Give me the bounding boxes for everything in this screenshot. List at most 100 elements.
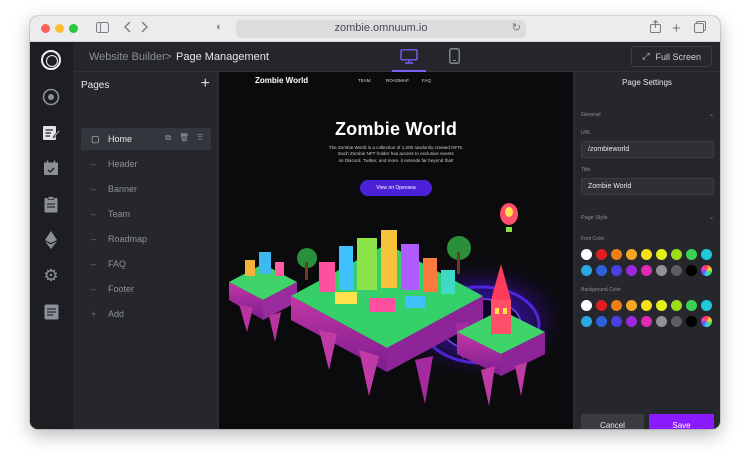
color-swatch[interactable] bbox=[656, 265, 667, 276]
color-swatch[interactable] bbox=[641, 316, 652, 327]
color-swatch[interactable] bbox=[596, 300, 607, 311]
color-swatch[interactable] bbox=[581, 300, 592, 311]
plus-icon[interactable]: + bbox=[672, 20, 681, 38]
page-item-banner[interactable]: – Banner bbox=[81, 178, 211, 200]
page-item-faq[interactable]: – FAQ bbox=[81, 253, 211, 275]
page-icon: ▢ bbox=[91, 134, 100, 144]
breadcrumb-root[interactable]: Website Builder bbox=[89, 51, 166, 63]
custom-color-swatch[interactable] bbox=[701, 316, 712, 327]
website-builder-icon[interactable] bbox=[40, 122, 62, 144]
color-swatch[interactable] bbox=[626, 300, 637, 311]
site-nav-roadmap[interactable]: ROADMAP bbox=[386, 78, 409, 83]
duplicate-icon[interactable]: ⧉ bbox=[165, 133, 171, 143]
page-item-header[interactable]: – Header bbox=[81, 153, 211, 175]
settings-icon[interactable]: ⚙ bbox=[40, 265, 62, 287]
color-swatch[interactable] bbox=[581, 249, 592, 260]
page-item-roadmap[interactable]: – Roadmap bbox=[81, 228, 211, 250]
site-nav-team[interactable]: TEAM bbox=[358, 78, 371, 83]
window-minimize-button[interactable] bbox=[55, 24, 64, 33]
color-swatch[interactable] bbox=[611, 265, 622, 276]
color-swatch[interactable] bbox=[671, 300, 682, 311]
chevron-down-icon: ⌄ bbox=[708, 112, 714, 118]
color-swatch[interactable] bbox=[656, 300, 667, 311]
color-swatch[interactable] bbox=[656, 249, 667, 260]
color-swatch[interactable] bbox=[686, 316, 697, 327]
color-swatch[interactable] bbox=[686, 265, 697, 276]
color-swatch[interactable] bbox=[626, 265, 637, 276]
shield-icon: ◐ bbox=[216, 21, 223, 33]
reload-icon[interactable]: ↻ bbox=[512, 21, 521, 34]
calendar-icon[interactable] bbox=[40, 157, 62, 179]
document-icon[interactable] bbox=[40, 301, 62, 323]
address-bar[interactable]: ◐ zombie.omnuum.io ↻ bbox=[216, 20, 526, 38]
background-color-palette bbox=[581, 300, 712, 311]
dash-icon: – bbox=[91, 259, 97, 269]
window-zoom-button[interactable] bbox=[69, 24, 78, 33]
color-swatch[interactable] bbox=[671, 249, 682, 260]
color-swatch[interactable] bbox=[581, 265, 592, 276]
background-color-palette bbox=[581, 316, 712, 327]
browser-toolbar: ◐ zombie.omnuum.io ↻ + bbox=[30, 16, 720, 42]
ethereum-icon[interactable] bbox=[40, 229, 62, 251]
color-swatch[interactable] bbox=[596, 265, 607, 276]
color-swatch[interactable] bbox=[611, 249, 622, 260]
title-label: Title bbox=[581, 167, 591, 173]
site-nav-faq[interactable]: FAQ bbox=[422, 78, 431, 83]
color-swatch[interactable] bbox=[596, 249, 607, 260]
cancel-button[interactable]: Cancel bbox=[581, 414, 644, 429]
color-swatch[interactable] bbox=[626, 316, 637, 327]
dash-icon: – bbox=[91, 184, 97, 194]
logo-icon[interactable] bbox=[40, 49, 62, 71]
desktop-icon[interactable] bbox=[392, 47, 426, 72]
page-item-label: FAQ bbox=[108, 259, 127, 269]
settings-title: Page Settings bbox=[622, 78, 672, 87]
clipboard-icon[interactable] bbox=[40, 193, 62, 215]
site-logo[interactable]: Zombie World bbox=[255, 76, 308, 85]
drag-handle-icon[interactable]: ⠿ bbox=[197, 133, 203, 143]
view-on-opensea-button[interactable]: View on Opensea bbox=[360, 180, 432, 196]
custom-color-swatch[interactable] bbox=[701, 265, 712, 276]
website-preview: Zombie World TEAM ROADMAP FAQ Zombie Wor… bbox=[219, 72, 573, 429]
color-swatch[interactable] bbox=[611, 316, 622, 327]
window-close-button[interactable] bbox=[41, 24, 50, 33]
color-swatch[interactable] bbox=[581, 316, 592, 327]
url-input[interactable]: /zombieworld bbox=[581, 141, 714, 158]
add-page-icon[interactable]: + bbox=[201, 75, 210, 93]
page-item-home[interactable]: ▢ Home ⧉ 🗑 ⠿ bbox=[81, 128, 211, 150]
color-swatch[interactable] bbox=[596, 316, 607, 327]
title-input[interactable]: Zombie World bbox=[581, 178, 714, 195]
page-item-label: Roadmap bbox=[108, 234, 148, 244]
trash-icon[interactable]: 🗑 bbox=[179, 133, 189, 143]
color-swatch[interactable] bbox=[671, 265, 682, 276]
color-swatch[interactable] bbox=[686, 249, 697, 260]
full-screen-button[interactable]: ⤢ Full Screen bbox=[631, 46, 712, 67]
hero-title: Zombie World bbox=[334, 119, 458, 139]
chevron-left-icon[interactable] bbox=[124, 20, 132, 38]
color-swatch[interactable] bbox=[641, 249, 652, 260]
color-swatch[interactable] bbox=[656, 316, 667, 327]
tabs-overview-icon[interactable] bbox=[694, 20, 706, 38]
page-item-footer[interactable]: – Footer bbox=[81, 278, 211, 300]
mobile-icon[interactable] bbox=[443, 47, 465, 65]
builder-topbar: Website Builder > Page Management ⤢ Full… bbox=[73, 42, 720, 72]
general-section-header[interactable]: General ⌄ bbox=[581, 112, 714, 122]
breadcrumb-current: Page Management bbox=[176, 51, 269, 63]
sidebar-toggle-icon[interactable] bbox=[96, 20, 109, 38]
page-item-add[interactable]: + Add bbox=[81, 303, 211, 325]
page-settings-panel: Page Settings General ⌄ URL /zombieworld… bbox=[573, 72, 720, 429]
color-swatch[interactable] bbox=[626, 249, 637, 260]
dashboard-icon[interactable] bbox=[40, 86, 62, 108]
plus-icon: + bbox=[91, 309, 97, 319]
color-swatch[interactable] bbox=[671, 316, 682, 327]
color-swatch[interactable] bbox=[701, 249, 712, 260]
color-swatch[interactable] bbox=[701, 300, 712, 311]
page-style-section-header[interactable]: Page Style ⌄ bbox=[581, 215, 714, 225]
color-swatch[interactable] bbox=[641, 300, 652, 311]
color-swatch[interactable] bbox=[611, 300, 622, 311]
color-swatch[interactable] bbox=[686, 300, 697, 311]
share-icon[interactable] bbox=[650, 19, 661, 38]
color-swatch[interactable] bbox=[641, 265, 652, 276]
chevron-right-icon[interactable] bbox=[140, 20, 148, 38]
save-button[interactable]: Save bbox=[649, 414, 714, 429]
page-item-team[interactable]: – Team bbox=[81, 203, 211, 225]
